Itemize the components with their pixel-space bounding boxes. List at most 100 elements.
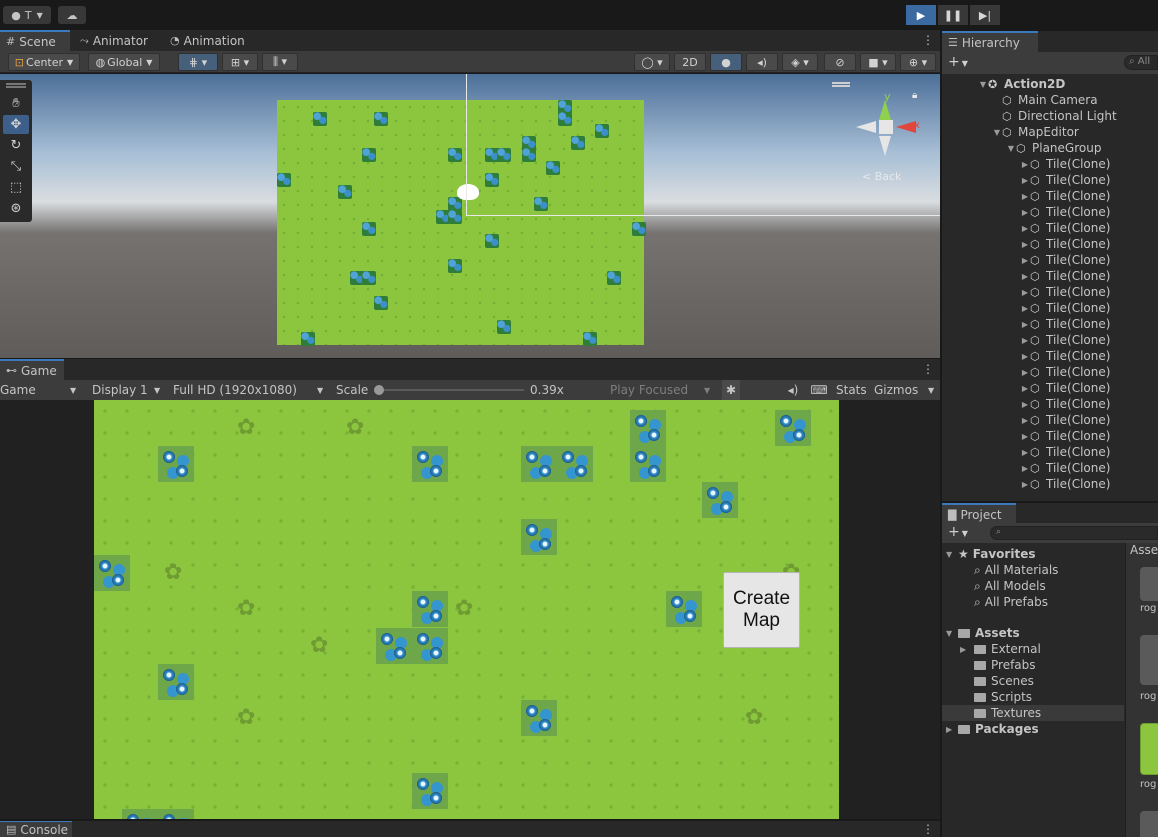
chevron-right-icon[interactable]: ▶ bbox=[1020, 400, 1030, 409]
overlay-handle-icon[interactable] bbox=[6, 83, 26, 85]
effects-dropdown[interactable]: ◈ ▾ bbox=[782, 53, 818, 71]
hierarchy-item[interactable]: ▶ ⬡ Tile(Clone) bbox=[942, 204, 1158, 220]
project-search-input[interactable]: ⌕ bbox=[990, 526, 1158, 540]
gizmos-dropdown[interactable]: Gizmos ▼ bbox=[874, 380, 938, 400]
assets-breadcrumb[interactable]: Asse bbox=[1130, 543, 1158, 557]
chevron-right-icon[interactable]: ▶ bbox=[1020, 240, 1030, 249]
resolution-dropdown[interactable]: Full HD (1920x1080) ▼ bbox=[173, 380, 327, 400]
hierarchy-item[interactable]: ⬡ Directional Light bbox=[942, 108, 1158, 124]
scene-viewport[interactable]: 🔒︎ y x < Back bbox=[0, 74, 940, 358]
folder-scenes[interactable]: Scenes bbox=[974, 673, 1034, 689]
hierarchy-item[interactable]: ▶ ⬡ Tile(Clone) bbox=[942, 172, 1158, 188]
shading-mode-dropdown[interactable]: ◯ ▾ bbox=[634, 53, 670, 71]
create-map-button[interactable]: Create Map bbox=[723, 572, 800, 648]
neg-x-axis-cone[interactable] bbox=[856, 121, 876, 133]
favorite-item[interactable]: ⌕ All Materials bbox=[974, 562, 1058, 578]
mute-audio-button[interactable]: ◂) bbox=[784, 380, 802, 400]
packages-header[interactable]: ▶ Packages bbox=[946, 721, 1039, 737]
hierarchy-item[interactable]: ▼ ⬡ PlaneGroup bbox=[942, 140, 1158, 156]
debug-button[interactable]: ✱ bbox=[722, 380, 740, 400]
pause-button[interactable]: ❚❚ bbox=[938, 5, 968, 25]
chevron-down-icon[interactable]: ▼ bbox=[978, 80, 988, 89]
rotate-tool-button[interactable]: ↻ bbox=[3, 136, 29, 155]
hierarchy-item[interactable]: ▶ ⬡ Tile(Clone) bbox=[942, 348, 1158, 364]
more-options-icon[interactable]: ⋮ bbox=[922, 33, 934, 47]
create-asset-button[interactable]: + ▼ bbox=[948, 524, 968, 540]
pivot-dropdown[interactable]: ⊡ Center ▼ bbox=[8, 53, 80, 71]
folder-textures[interactable]: Textures bbox=[942, 705, 1124, 721]
tab-game[interactable]: ⊷ Game bbox=[0, 359, 64, 380]
asset-thumbnail[interactable] bbox=[1140, 635, 1158, 685]
chevron-right-icon[interactable]: ▶ bbox=[1020, 176, 1030, 185]
chevron-right-icon[interactable]: ▶ bbox=[1020, 464, 1030, 473]
hierarchy-item[interactable]: ▼ ✪ Action2D bbox=[942, 76, 1158, 92]
space-dropdown[interactable]: ◍ Global ▼ bbox=[88, 53, 160, 71]
move-tool-button[interactable]: ✥ bbox=[3, 115, 29, 134]
asset-thumbnail[interactable] bbox=[1140, 723, 1158, 775]
hierarchy-item[interactable]: ▶ ⬡ Tile(Clone) bbox=[942, 444, 1158, 460]
chevron-down-icon[interactable]: ▼ bbox=[1006, 144, 1016, 153]
chevron-right-icon[interactable]: ▶ bbox=[1020, 272, 1030, 281]
stats-button[interactable]: Stats bbox=[836, 380, 867, 400]
orientation-gizmo[interactable]: y x bbox=[856, 88, 920, 158]
chevron-right-icon[interactable]: ▶ bbox=[1020, 288, 1030, 297]
tab-console[interactable]: ▤ Console bbox=[0, 821, 72, 837]
hierarchy-item[interactable]: ▶ ⬡ Tile(Clone) bbox=[942, 300, 1158, 316]
asset-thumbnail[interactable] bbox=[1140, 567, 1158, 601]
hierarchy-item[interactable]: ▶ ⬡ Tile(Clone) bbox=[942, 380, 1158, 396]
chevron-right-icon[interactable]: ▶ bbox=[1020, 304, 1030, 313]
hierarchy-item[interactable]: ▶ ⬡ Tile(Clone) bbox=[942, 428, 1158, 444]
hierarchy-item[interactable]: ▶ ⬡ Tile(Clone) bbox=[942, 476, 1158, 492]
panel-divider[interactable] bbox=[0, 819, 940, 821]
chevron-down-icon[interactable]: ▼ bbox=[992, 128, 1002, 137]
chevron-right-icon[interactable]: ▶ bbox=[1020, 208, 1030, 217]
y-axis-cone[interactable] bbox=[879, 100, 891, 120]
hierarchy-item[interactable]: ▶ ⬡ Tile(Clone) bbox=[942, 156, 1158, 172]
hierarchy-item[interactable]: ▶ ⬡ Tile(Clone) bbox=[942, 460, 1158, 476]
scale-slider-track[interactable] bbox=[378, 389, 524, 391]
favorite-item[interactable]: ⌕ All Prefabs bbox=[974, 594, 1048, 610]
hierarchy-item[interactable]: ▶ ⬡ Tile(Clone) bbox=[942, 396, 1158, 412]
add-object-button[interactable]: + ▼ bbox=[948, 54, 968, 70]
chevron-right-icon[interactable]: ▶ bbox=[1020, 368, 1030, 377]
camera-dropdown[interactable]: ■ ▾ bbox=[860, 53, 896, 71]
hierarchy-item[interactable]: ⬡ Main Camera bbox=[942, 92, 1158, 108]
ruler-button[interactable]: ⫼ ▾ bbox=[262, 53, 298, 71]
transform-tool-button[interactable]: ⊛ bbox=[3, 199, 29, 218]
tab-project[interactable]: ▇ Project bbox=[942, 503, 1016, 524]
folder-scripts[interactable]: Scripts bbox=[974, 689, 1032, 705]
folder-external[interactable]: ▶ External bbox=[960, 641, 1041, 657]
tab-scene[interactable]: # Scene bbox=[0, 30, 70, 51]
scale-slider-handle[interactable] bbox=[374, 385, 384, 395]
increment-snap-button[interactable]: ⊞ ▾ bbox=[222, 53, 258, 71]
chevron-right-icon[interactable]: ▶ bbox=[1020, 432, 1030, 441]
neg-y-axis-cone[interactable] bbox=[879, 136, 891, 156]
chevron-right-icon[interactable]: ▶ bbox=[1020, 480, 1030, 489]
tab-animation[interactable]: ◔ Animation bbox=[164, 30, 251, 51]
cloud-button[interactable]: ☁ bbox=[58, 6, 86, 24]
chevron-right-icon[interactable]: ▶ bbox=[1020, 224, 1030, 233]
hierarchy-item[interactable]: ▶ ⬡ Tile(Clone) bbox=[942, 268, 1158, 284]
play-mode-dropdown[interactable]: Play Focused ▼ bbox=[610, 380, 714, 400]
audio-toggle[interactable]: ◂) bbox=[746, 53, 778, 71]
lighting-toggle[interactable]: ● bbox=[710, 53, 742, 71]
rect-tool-button[interactable]: ⬚ bbox=[3, 178, 29, 197]
display-dropdown[interactable]: Display 1 ▼ bbox=[92, 380, 166, 400]
hierarchy-item[interactable]: ▶ ⬡ Tile(Clone) bbox=[942, 332, 1158, 348]
gizmo-menu-icon[interactable] bbox=[832, 82, 850, 84]
favorites-header[interactable]: ▼ ★ Favorites bbox=[946, 546, 1035, 562]
chevron-right-icon[interactable]: ▶ bbox=[1020, 384, 1030, 393]
chevron-right-icon[interactable]: ▶ bbox=[1020, 448, 1030, 457]
x-axis-cone[interactable] bbox=[896, 121, 916, 133]
view-select-dropdown[interactable]: Game ▼ bbox=[0, 380, 82, 400]
gizmo-center-cube[interactable] bbox=[879, 120, 893, 134]
folder-prefabs[interactable]: Prefabs bbox=[974, 657, 1036, 673]
panel-divider[interactable] bbox=[940, 30, 942, 837]
hierarchy-item[interactable]: ▼ ⬡ MapEditor bbox=[942, 124, 1158, 140]
view-back-label[interactable]: < Back bbox=[862, 170, 901, 183]
hierarchy-search-input[interactable]: ⌕ All bbox=[1124, 55, 1158, 70]
hierarchy-item[interactable]: ▶ ⬡ Tile(Clone) bbox=[942, 188, 1158, 204]
assets-header[interactable]: ▼ Assets bbox=[946, 625, 1020, 641]
favorite-item[interactable]: ⌕ All Models bbox=[974, 578, 1046, 594]
hierarchy-item[interactable]: ▶ ⬡ Tile(Clone) bbox=[942, 412, 1158, 428]
